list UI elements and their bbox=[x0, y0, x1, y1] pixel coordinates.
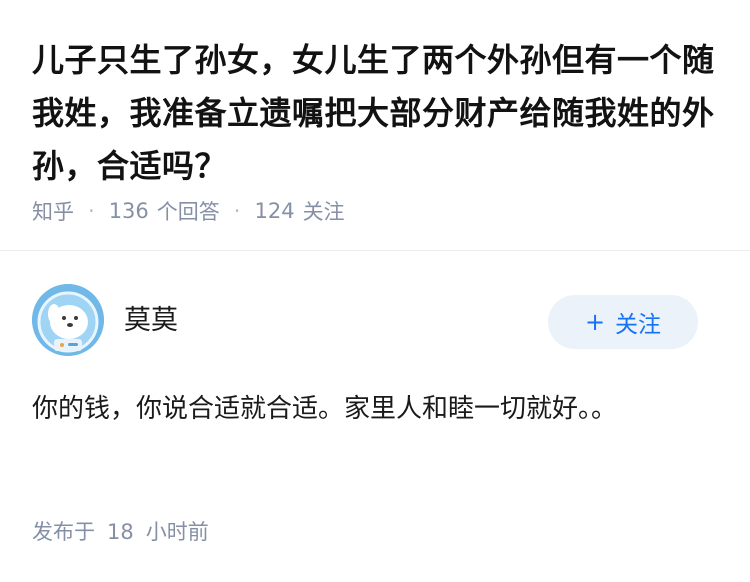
answer-timestamp: 发布于 18 小时前 bbox=[32, 516, 209, 546]
follow-button[interactable]: + 关注 bbox=[548, 295, 698, 349]
answer-count: 136 bbox=[108, 199, 149, 223]
plus-icon: + bbox=[584, 308, 606, 336]
published-unit: 小时前 bbox=[145, 520, 209, 544]
follower-count: 124 bbox=[254, 199, 295, 223]
author-name[interactable]: 莫莫 bbox=[124, 298, 178, 337]
section-divider bbox=[0, 250, 750, 251]
question-title[interactable]: 儿子只生了孙女，女儿生了两个外孙但有一个随我姓，我准备立遗嘱把大部分财产给随我姓… bbox=[32, 34, 722, 193]
published-value: 18 bbox=[107, 520, 134, 544]
separator-dot: · bbox=[233, 199, 241, 223]
dog-astronaut-avatar-icon bbox=[32, 284, 104, 356]
separator-dot: · bbox=[88, 199, 95, 223]
follower-count-label: 关注 bbox=[302, 200, 345, 224]
follow-button-label: 关注 bbox=[615, 312, 662, 338]
published-prefix: 发布于 bbox=[32, 520, 95, 544]
source-label[interactable]: 知乎 bbox=[32, 196, 74, 226]
avatar[interactable] bbox=[32, 284, 104, 356]
question-meta: 知乎 · 136 个回答 · 124 关注 bbox=[32, 196, 345, 226]
answer-content[interactable]: 你的钱，你说合适就合适。家里人和睦一切就好。。 bbox=[32, 384, 652, 434]
answer-count-label: 个回答 bbox=[156, 200, 220, 224]
